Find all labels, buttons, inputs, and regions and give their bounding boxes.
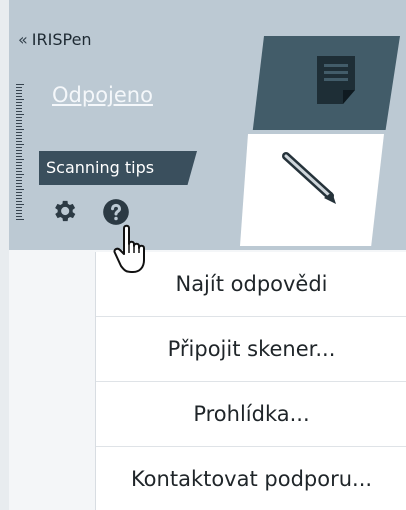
gear-icon[interactable] xyxy=(50,197,78,225)
help-dropdown-menu: Najít odpovědi Připojit skener... Prohlí… xyxy=(95,252,406,510)
left-edge-strip xyxy=(0,0,9,510)
menu-item-contact-support[interactable]: Kontaktovat podporu... xyxy=(96,447,406,510)
document-icon xyxy=(317,56,355,104)
collapse-chevron-icon[interactable]: « xyxy=(18,30,28,49)
signal-ruler xyxy=(16,84,24,222)
connection-status-link[interactable]: Odpojeno xyxy=(52,83,153,107)
menu-item-connect-scanner[interactable]: Připojit skener... xyxy=(96,317,406,382)
app-title[interactable]: «IRISPen xyxy=(18,30,92,49)
menu-item-tour[interactable]: Prohlídka... xyxy=(96,382,406,447)
scanning-tips-badge[interactable]: Scanning tips xyxy=(39,151,197,185)
mode-selector xyxy=(240,36,400,250)
app-title-label: IRISPen xyxy=(31,30,92,49)
app-window: «IRISPen Odpojeno Scanning tips Najít od… xyxy=(0,0,406,510)
menu-item-find-answers[interactable]: Najít odpovědi xyxy=(96,252,406,317)
pen-icon xyxy=(282,152,336,204)
question-circle-icon[interactable] xyxy=(102,198,130,226)
